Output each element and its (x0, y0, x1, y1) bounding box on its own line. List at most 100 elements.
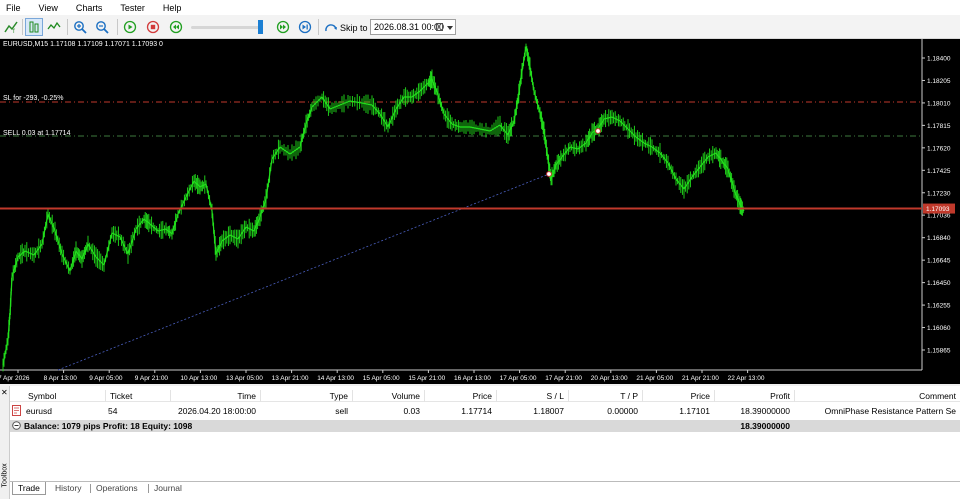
time-tick-label: 7 Apr 2026 (0, 375, 30, 382)
time-tick-label: 21 Apr 05:00 (636, 375, 673, 382)
close-icon[interactable]: ✕ (1, 388, 8, 397)
balance-row: Balance: 1079 pips Profit: 18 Equity: 10… (10, 420, 960, 432)
rewind-icon[interactable] (167, 18, 185, 36)
position-current-price: 1.17101 (679, 406, 710, 416)
tab-history[interactable]: History (50, 482, 86, 495)
time-tick-label: 14 Apr 13:00 (317, 375, 354, 382)
balance-summary: Balance: 1079 pips Profit: 18 Equity: 10… (24, 421, 193, 431)
chart-canvas: 1.18400 1.18205 1.18010 1.17815 1.17620 1.174… (0, 39, 955, 382)
menu-file[interactable]: File (6, 3, 21, 13)
terminal-panel: ✕ Toolbox Symbol Ticket Time Type Volume… (0, 386, 960, 499)
play-icon[interactable] (121, 18, 139, 36)
position-volume: 0.03 (403, 406, 420, 416)
price-tick-label: 1.18205 (927, 78, 951, 85)
terminal-tabs: Trade History Operations Journal (10, 481, 960, 495)
time-tick-label: 9 Apr 21:00 (135, 375, 169, 382)
time-tick-label: 22 Apr 13:00 (728, 375, 765, 382)
col-time[interactable]: Time (170, 391, 256, 401)
total-profit: 18.39000000 (740, 421, 790, 431)
col-tp[interactable]: T / P (568, 391, 638, 401)
col-sl[interactable]: S / L (496, 391, 564, 401)
price-tick-label: 1.17425 (927, 168, 951, 175)
position-open-price: 1.17714 (461, 406, 492, 416)
indicators-icon[interactable]: f (2, 18, 20, 36)
menu-help[interactable]: Help (163, 3, 182, 13)
skip-to-icon[interactable] (322, 18, 340, 36)
price-tick-label: 1.16450 (927, 280, 951, 287)
price-tick-label: 1.16060 (927, 325, 951, 332)
toolbox-label: Toolbox (1, 463, 9, 488)
col-profit[interactable]: Profit (714, 391, 790, 401)
price-tick-label: 1.17036 (927, 213, 951, 220)
position-tp[interactable]: 0.00000 (568, 406, 638, 416)
price-tick-label: 1.16645 (927, 258, 951, 265)
fast-forward-icon[interactable] (274, 18, 292, 36)
menu-view[interactable]: View (39, 3, 58, 13)
skip-to-date-value: 2026.08.31 00:00 (374, 22, 445, 32)
toolbar: f Skip to 2026.08.31 00:00 (0, 15, 960, 39)
time-tick-label: 10 Apr 13:00 (180, 375, 217, 382)
skip-to-date-field[interactable]: 2026.08.31 00:00 (370, 19, 456, 35)
col-price[interactable]: Price (424, 391, 492, 401)
position-type: sell (335, 406, 348, 416)
col-symbol[interactable]: Symbol (28, 391, 56, 401)
time-tick-label: 20 Apr 13:00 (591, 375, 628, 382)
position-time: 2026.04.20 18:00:00 (178, 406, 256, 416)
menu-charts[interactable]: Charts (76, 3, 103, 13)
table-header: Symbol Ticket Time Type Volume Price S /… (10, 390, 960, 402)
time-tick-label: 13 Apr 05:00 (226, 375, 263, 382)
time-tick-label: 8 Apr 13:00 (44, 375, 78, 382)
svg-text:f: f (13, 29, 15, 34)
sell-order-marker (595, 128, 601, 134)
zoom-in-icon[interactable] (71, 18, 89, 36)
price-chart[interactable]: 1.18400 1.18205 1.18010 1.17815 1.17620 1.174… (0, 39, 960, 384)
step-forward-icon[interactable] (296, 18, 314, 36)
time-tick-label: 16 Apr 13:00 (454, 375, 491, 382)
position-symbol: eurusd (26, 406, 52, 416)
zoom-out-icon[interactable] (93, 18, 111, 36)
current-price-label: 1.17093 (926, 206, 950, 213)
price-tick-label: 1.17620 (927, 145, 951, 152)
price-tick-label: 1.16255 (927, 303, 951, 310)
time-tick-label: 17 Apr 21:00 (545, 375, 582, 382)
price-tick-label: 1.18400 (927, 56, 951, 63)
col-ticket[interactable]: Ticket (110, 391, 132, 401)
table-row[interactable]: eurusd 54 2026.04.20 18:00:00 sell 0.03 … (10, 405, 960, 417)
time-tick-label: 17 Apr 05:00 (500, 375, 537, 382)
col-current-price[interactable]: Price (642, 391, 710, 401)
time-tick-label: 21 Apr 21:00 (682, 375, 719, 382)
price-tick-label: 1.18010 (927, 100, 951, 107)
calendar-icon[interactable] (436, 23, 443, 31)
position-sl[interactable]: 1.18007 (496, 406, 564, 416)
minus-circle-icon (12, 421, 21, 432)
time-tick-label: 9 Apr 05:00 (89, 375, 123, 382)
menu-bar: File View Charts Tester Help (0, 0, 960, 15)
col-comment[interactable]: Comment (794, 391, 956, 401)
position-profit: 18.39000000 (740, 406, 790, 416)
tab-operations[interactable]: Operations (91, 482, 143, 495)
col-type[interactable]: Type (260, 391, 348, 401)
sell-level-label: SELL 0.03 at 1.17714 (3, 130, 71, 137)
col-volume[interactable]: Volume (352, 391, 420, 401)
tab-journal[interactable]: Journal (149, 482, 187, 495)
bar-chart-icon[interactable] (25, 18, 43, 36)
stop-icon[interactable] (144, 18, 162, 36)
chart-info: EURUSD,M15 1.17108 1.17109 1.17071 1.170… (3, 41, 163, 48)
price-tick-label: 1.15865 (927, 348, 951, 355)
time-tick-label: 15 Apr 21:00 (408, 375, 445, 382)
tab-trade[interactable]: Trade (12, 482, 46, 495)
time-tick-label: 13 Apr 21:00 (272, 375, 309, 382)
line-chart-icon[interactable] (45, 18, 63, 36)
entry-marker (546, 171, 552, 177)
speed-slider-thumb[interactable] (258, 20, 263, 34)
chevron-down-icon[interactable] (447, 26, 453, 30)
menu-tester[interactable]: Tester (120, 3, 145, 13)
speed-slider-track[interactable] (191, 26, 263, 29)
trade-trend-line (57, 173, 550, 371)
price-tick-label: 1.17815 (927, 123, 951, 130)
price-tick-label: 1.17230 (927, 190, 951, 197)
price-tick-label: 1.16840 (927, 235, 951, 242)
skip-to-label: Skip to (340, 23, 368, 33)
toolbox-strip: ✕ Toolbox (0, 386, 10, 499)
sl-level-label: SL for -293, -0.25% (3, 95, 64, 102)
